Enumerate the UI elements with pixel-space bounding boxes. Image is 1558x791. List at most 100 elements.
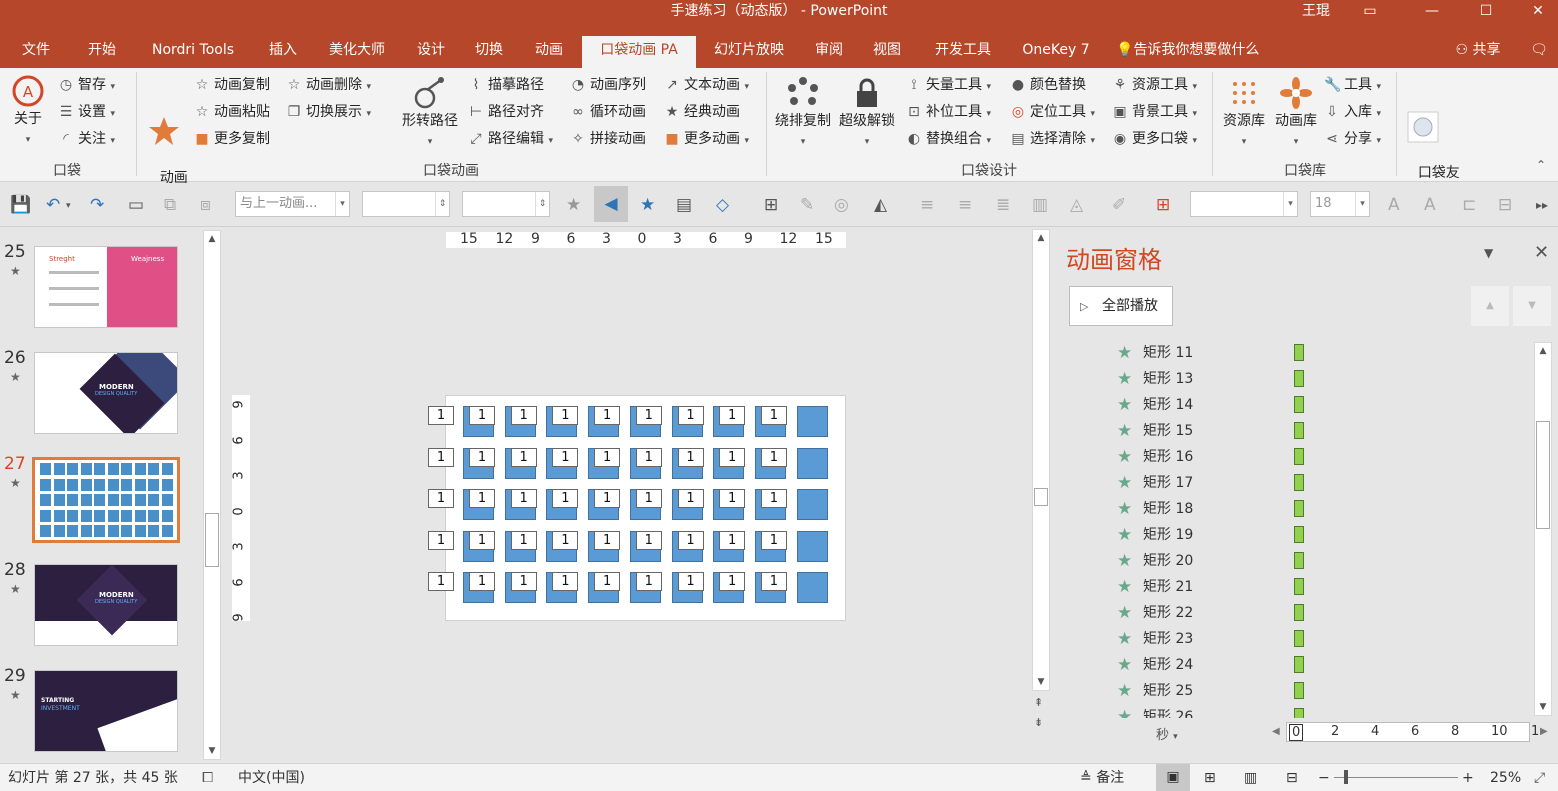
cell-label[interactable]: 1 — [677, 489, 704, 508]
merge-shapes-icon[interactable]: ◎ — [834, 195, 849, 215]
more-anim-button[interactable]: ■ 更多动画 ▾ — [664, 129, 749, 151]
tell-me-box[interactable]: 💡告诉我你想要做什么 — [1116, 36, 1296, 68]
ungroup-icon[interactable]: ⧈ — [200, 195, 211, 215]
preview-icon[interactable]: ▭ — [128, 195, 144, 215]
cell-label[interactable]: 1 — [635, 572, 662, 591]
anim-delete-button[interactable]: ☆ 动画删除 ▾ — [286, 75, 371, 97]
path-align-button[interactable]: ⊢ 路径对齐 — [468, 102, 544, 122]
animation-item[interactable]: ★ 矩形 22 — [1060, 600, 1530, 626]
shape-to-path-button[interactable]: 形转路径 ▾ — [398, 76, 462, 152]
timeline-left-icon[interactable]: ◀ — [1272, 726, 1280, 737]
zoom-level[interactable]: 25% — [1490, 768, 1521, 788]
cell-label[interactable]: 1 — [635, 489, 662, 508]
cell-label[interactable]: 1 — [594, 447, 621, 467]
cell-label[interactable]: 1 — [469, 447, 495, 467]
scroll-up-icon[interactable]: ▲ — [1033, 230, 1049, 246]
scroll-down-icon[interactable]: ▼ — [1033, 674, 1049, 690]
timeline-right-icon[interactable]: ▶ — [1540, 726, 1548, 737]
cell-label[interactable]: 1 — [677, 530, 704, 550]
scroll-down-icon[interactable]: ▼ — [1535, 699, 1551, 715]
row-label[interactable]: 1 — [428, 447, 454, 467]
tab-transitions[interactable]: 切换 — [466, 36, 512, 68]
tab-developer[interactable]: 开发工具 — [924, 36, 1002, 68]
cell-label[interactable]: 1 — [510, 530, 537, 550]
align-objects-icon[interactable]: ⊏ — [1462, 195, 1476, 215]
cell-label[interactable]: 1 — [760, 447, 787, 467]
toolbar-overflow-icon[interactable]: ▸▸ — [1536, 198, 1548, 212]
align-left-icon[interactable]: ≡ — [920, 195, 934, 215]
animation-item[interactable]: ★ 矩形 16 — [1060, 444, 1530, 470]
delay-input[interactable]: ⇕ — [462, 191, 550, 217]
cell-label[interactable]: 1 — [510, 572, 537, 591]
rectangle-shape[interactable] — [796, 406, 828, 437]
font-family-select[interactable]: ▾ — [1190, 191, 1298, 217]
cell-label[interactable]: 1 — [552, 406, 579, 425]
timing-bar[interactable] — [1294, 552, 1304, 569]
cell-label[interactable]: 1 — [635, 530, 662, 550]
increase-font-icon[interactable]: A — [1388, 195, 1400, 215]
animation-item[interactable]: ★ 矩形 19 — [1060, 522, 1530, 548]
cell-label[interactable]: 1 — [719, 489, 746, 508]
minimize-icon[interactable]: — — [1412, 0, 1452, 22]
justify-icon[interactable]: ≣ — [996, 195, 1010, 215]
move-up-button[interactable]: ▲ — [1471, 286, 1509, 326]
animation-item[interactable]: ★ 矩形 25 — [1060, 678, 1530, 704]
timing-bar[interactable] — [1294, 656, 1304, 673]
cell-label[interactable]: 1 — [677, 572, 704, 591]
outline-pen-icon[interactable]: ✐ — [1112, 195, 1126, 215]
timing-bar[interactable] — [1294, 708, 1304, 718]
tab-onekey[interactable]: OneKey 7 — [1012, 36, 1100, 68]
timing-bar[interactable] — [1294, 500, 1304, 517]
tab-slideshow[interactable]: 幻灯片放映 — [704, 36, 794, 68]
cell-label[interactable]: 1 — [635, 447, 662, 467]
anim-paste-button[interactable]: ☆ 动画粘贴 — [194, 102, 270, 122]
cell-label[interactable]: 1 — [469, 530, 495, 550]
animation-item[interactable]: ★ 矩形 17 — [1060, 470, 1530, 496]
animation-item[interactable]: ★ 矩形 21 — [1060, 574, 1530, 600]
slide-scrollbar[interactable]: ▲ ▼ — [1032, 229, 1050, 691]
rectangle-shape[interactable] — [796, 489, 828, 520]
cell-label[interactable]: 1 — [719, 406, 746, 425]
scroll-thumb[interactable] — [1536, 421, 1550, 529]
undo-dropdown-icon[interactable]: ▾ — [66, 201, 71, 211]
fit-slide-icon[interactable]: ⤢ — [1534, 768, 1545, 788]
cell-label[interactable]: 1 — [719, 572, 746, 591]
play-all-button[interactable]: ▷ 全部播放 — [1069, 286, 1173, 326]
trigger-star-icon[interactable]: ★ — [640, 195, 655, 215]
row-label[interactable]: 1 — [428, 489, 454, 508]
color-replace-button[interactable]: ● 颜色替换 — [1010, 75, 1086, 95]
locate-tool-button[interactable]: ◎ 定位工具 ▾ — [1010, 102, 1095, 124]
group-icon[interactable]: ⧉ — [164, 195, 176, 215]
scroll-thumb[interactable] — [205, 513, 219, 567]
import-button[interactable]: ⇩ 入库 ▾ — [1324, 102, 1381, 124]
text-box-icon[interactable]: ▤ — [676, 195, 692, 215]
time-unit-select[interactable]: 秒 ▾ — [1156, 724, 1178, 743]
animation-item[interactable]: ★ 矩形 15 — [1060, 418, 1530, 444]
trigger-select[interactable]: 与上一动画... ▾ — [235, 191, 350, 217]
save-icon[interactable]: 💾 — [10, 195, 31, 215]
zoom-in-icon[interactable]: + — [1462, 768, 1474, 788]
vector-tool-button[interactable]: ⟟ 矢量工具 ▾ — [906, 75, 991, 97]
rectangle-shape[interactable] — [796, 572, 828, 603]
redo-icon[interactable]: ↷ — [90, 195, 104, 215]
timing-bar[interactable] — [1294, 396, 1304, 413]
scroll-down-icon[interactable]: ▼ — [204, 743, 220, 759]
thumbnail-slide-28[interactable]: MODERN DESIGN QUALITY — [34, 564, 178, 646]
rectangle-shape[interactable] — [796, 447, 828, 479]
cell-label[interactable]: 1 — [760, 406, 787, 425]
timing-bar[interactable] — [1294, 448, 1304, 465]
timing-bar[interactable] — [1294, 682, 1304, 699]
timing-bar[interactable] — [1294, 474, 1304, 491]
cell-label[interactable]: 1 — [552, 572, 579, 591]
tab-insert[interactable]: 插入 — [258, 36, 308, 68]
cell-label[interactable]: 1 — [719, 530, 746, 550]
tab-home[interactable]: 开始 — [76, 36, 128, 68]
cell-label[interactable]: 1 — [469, 406, 495, 425]
close-window-icon[interactable]: ✕ — [1518, 0, 1558, 22]
select-clear-button[interactable]: ▤ 选择清除 ▾ — [1010, 129, 1095, 151]
cell-label[interactable]: 1 — [760, 572, 787, 591]
anim-painter-icon[interactable]: ◀ — [594, 186, 628, 222]
next-slide-icon[interactable]: ⇟ — [1034, 716, 1043, 729]
pane-scrollbar[interactable]: ▲ ▼ — [1534, 342, 1552, 716]
animation-item[interactable]: ★ 矩形 23 — [1060, 626, 1530, 652]
